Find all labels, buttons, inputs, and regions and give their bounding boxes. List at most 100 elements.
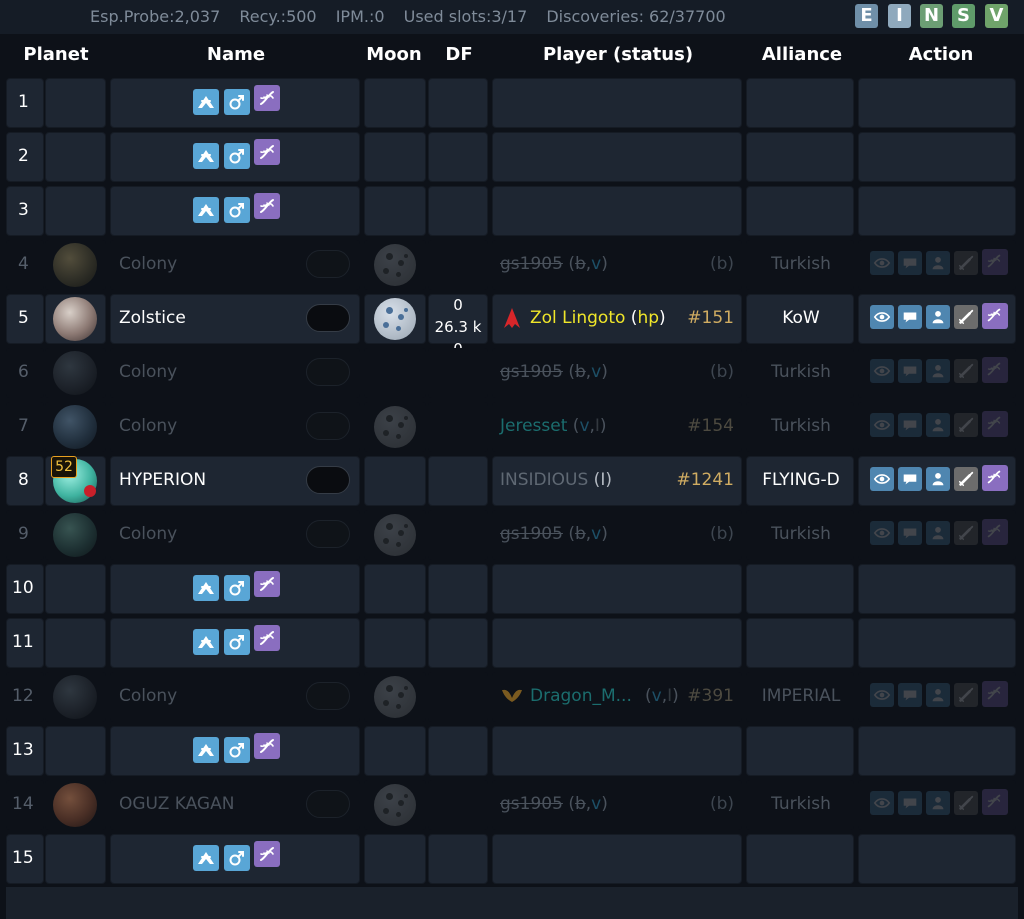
action-dna-button[interactable]	[982, 519, 1008, 545]
action-eye-button[interactable]	[870, 359, 894, 383]
player-name[interactable]: Dragon_M...	[530, 686, 632, 706]
planet-toggle[interactable]	[306, 358, 350, 386]
colonize-ship-icon[interactable]	[193, 629, 219, 655]
mars-symbol-icon[interactable]	[224, 737, 250, 763]
action-message-button[interactable]	[898, 359, 922, 383]
action-buddy-button[interactable]	[926, 521, 950, 545]
action-missile-button[interactable]	[954, 413, 978, 437]
espionage-filter-button[interactable]: E	[855, 4, 878, 28]
moon-icon[interactable]	[374, 514, 416, 556]
colonize-ship-icon[interactable]	[193, 575, 219, 601]
action-missile-button[interactable]	[954, 251, 978, 275]
dna-icon[interactable]	[254, 733, 280, 759]
colonize-ship-icon[interactable]	[193, 143, 219, 169]
action-buddy-button[interactable]	[926, 683, 950, 707]
action-missile-button[interactable]	[954, 359, 978, 383]
action-message-button[interactable]	[898, 521, 922, 545]
alliance-name[interactable]: Turkish	[746, 794, 856, 814]
player-rank[interactable]: #154	[687, 416, 734, 436]
player-name[interactable]: gs1905 (b,v)	[500, 254, 608, 274]
action-message-button[interactable]	[898, 683, 922, 707]
planet-icon[interactable]	[53, 513, 97, 557]
debris-field-value[interactable]: 26.3 k	[428, 318, 488, 336]
action-dna-button[interactable]	[982, 411, 1008, 437]
moon-icon[interactable]	[374, 784, 416, 826]
dna-icon[interactable]	[254, 571, 280, 597]
colonize-ship-icon[interactable]	[193, 89, 219, 115]
action-eye-button[interactable]	[870, 413, 894, 437]
planet-toggle[interactable]	[306, 304, 350, 332]
planet-name[interactable]: OGUZ KAGAN	[119, 794, 234, 814]
action-buddy-button[interactable]	[926, 413, 950, 437]
dna-icon[interactable]	[254, 85, 280, 111]
dna-icon[interactable]	[254, 625, 280, 651]
action-message-button[interactable]	[898, 305, 922, 329]
action-eye-button[interactable]	[870, 467, 894, 491]
alliance-name[interactable]: FLYING-D	[746, 470, 856, 490]
action-buddy-button[interactable]	[926, 359, 950, 383]
action-buddy-button[interactable]	[926, 467, 950, 491]
planet-name[interactable]: Zolstice	[119, 308, 186, 328]
alliance-name[interactable]: Turkish	[746, 416, 856, 436]
colonize-ship-icon[interactable]	[193, 737, 219, 763]
action-missile-button[interactable]	[954, 791, 978, 815]
alliance-name[interactable]: Turkish	[746, 254, 856, 274]
strong-filter-button[interactable]: S	[952, 4, 975, 28]
player-rank[interactable]: (b)	[710, 794, 734, 814]
planet-name[interactable]: Colony	[119, 524, 177, 544]
moon-icon[interactable]	[374, 406, 416, 448]
action-dna-button[interactable]	[982, 303, 1008, 329]
player-rank[interactable]: (b)	[710, 524, 734, 544]
action-message-button[interactable]	[898, 413, 922, 437]
planet-icon[interactable]	[53, 297, 97, 341]
planet-name[interactable]: Colony	[119, 362, 177, 382]
player-name[interactable]: gs1905 (b,v)	[500, 794, 608, 814]
vacation-filter-button[interactable]: V	[985, 4, 1008, 28]
action-missile-button[interactable]	[954, 521, 978, 545]
action-dna-button[interactable]	[982, 681, 1008, 707]
colonize-ship-icon[interactable]	[193, 197, 219, 223]
alliance-name[interactable]: KoW	[746, 308, 856, 328]
action-buddy-button[interactable]	[926, 305, 950, 329]
action-missile-button[interactable]	[954, 683, 978, 707]
planet-icon[interactable]	[53, 783, 97, 827]
dna-icon[interactable]	[254, 841, 280, 867]
inactive-filter-button[interactable]: I	[888, 4, 911, 28]
player-name[interactable]: Jeresset (v,I)	[500, 416, 607, 436]
action-eye-button[interactable]	[870, 521, 894, 545]
player-name[interactable]: gs1905 (b,v)	[500, 362, 608, 382]
mars-symbol-icon[interactable]	[224, 845, 250, 871]
mars-symbol-icon[interactable]	[224, 575, 250, 601]
alliance-name[interactable]: Turkish	[746, 362, 856, 382]
planet-toggle[interactable]	[306, 412, 350, 440]
debris-field-value[interactable]: 0	[428, 296, 488, 314]
action-eye-button[interactable]	[870, 683, 894, 707]
action-eye-button[interactable]	[870, 791, 894, 815]
newbie-filter-button[interactable]: N	[920, 4, 943, 28]
planet-toggle[interactable]	[306, 250, 350, 278]
player-rank[interactable]: #391	[687, 686, 734, 706]
player-rank[interactable]: #1241	[676, 470, 734, 490]
action-missile-button[interactable]	[954, 305, 978, 329]
moon-icon[interactable]	[374, 298, 416, 340]
action-eye-button[interactable]	[870, 251, 894, 275]
planet-icon[interactable]	[53, 405, 97, 449]
dna-icon[interactable]	[254, 139, 280, 165]
moon-icon[interactable]	[374, 676, 416, 718]
action-dna-button[interactable]	[982, 357, 1008, 383]
action-buddy-button[interactable]	[926, 791, 950, 815]
planet-icon[interactable]	[53, 351, 97, 395]
mars-symbol-icon[interactable]	[224, 89, 250, 115]
player-name[interactable]: INSIDIOUS (I)	[500, 470, 612, 490]
action-message-button[interactable]	[898, 467, 922, 491]
action-message-button[interactable]	[898, 251, 922, 275]
planet-name[interactable]: HYPERION	[119, 470, 206, 490]
player-rank[interactable]: (b)	[710, 362, 734, 382]
dna-icon[interactable]	[254, 193, 280, 219]
planet-icon[interactable]	[53, 243, 97, 287]
planet-toggle[interactable]	[306, 790, 350, 818]
action-dna-button[interactable]	[982, 789, 1008, 815]
action-dna-button[interactable]	[982, 465, 1008, 491]
planet-name[interactable]: Colony	[119, 254, 177, 274]
action-missile-button[interactable]	[954, 467, 978, 491]
